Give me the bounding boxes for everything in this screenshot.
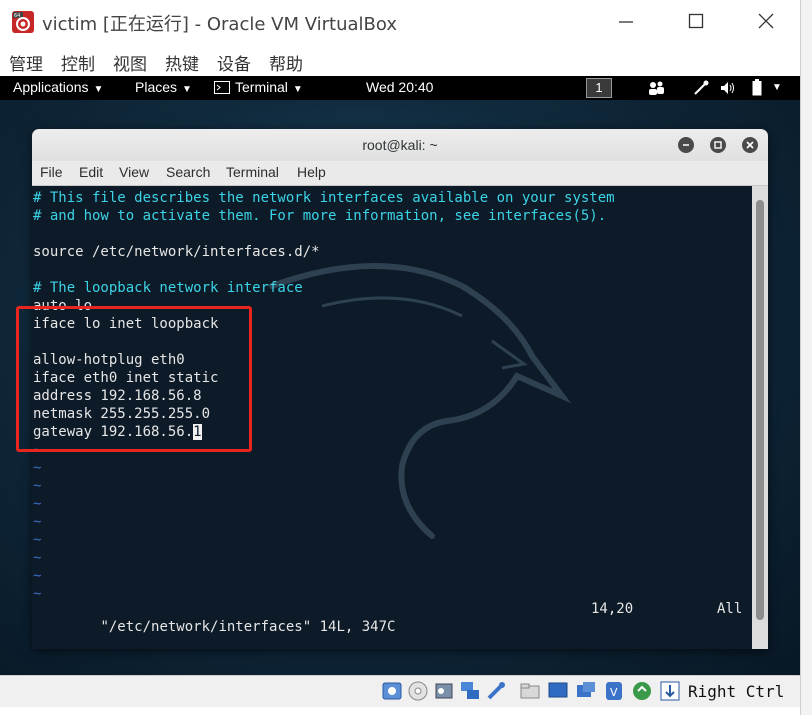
chevron-down-icon: ▼ <box>93 84 104 95</box>
menu-control[interactable]: 控制 <box>61 50 95 75</box>
menu-manage[interactable]: 管理 <box>9 50 43 75</box>
empty-line-marker: ~ <box>33 550 42 566</box>
display-icon[interactable] <box>547 680 569 702</box>
vbox-statusbar: V Right Ctrl <box>0 675 800 708</box>
chevron-down-icon: ▼ <box>292 84 303 95</box>
terminal-minimize-button[interactable] <box>678 137 694 153</box>
minimize-icon <box>683 144 689 146</box>
scrollbar-thumb[interactable] <box>756 200 764 620</box>
window-title: victim [正在运行] - Oracle VM VirtualBox <box>42 14 397 35</box>
background-window-edge <box>800 0 812 715</box>
mouse-integration-icon[interactable] <box>631 680 653 702</box>
workspace-indicator[interactable]: 1 <box>586 78 612 98</box>
shared-folders-icon[interactable] <box>519 680 541 702</box>
volume-icon[interactable] <box>720 80 738 96</box>
places-menu[interactable]: Places ▼ <box>135 79 192 95</box>
terminal-close-button[interactable] <box>742 137 758 153</box>
empty-line-marker: ~ <box>33 568 42 584</box>
underlying-window-fragment <box>0 707 800 715</box>
status-scroll-position: All <box>717 601 743 617</box>
vbox-app-icon: 64 <box>12 11 34 33</box>
terminal-maximize-button[interactable] <box>710 137 726 153</box>
close-button[interactable] <box>746 6 786 36</box>
hard-disk-icon[interactable] <box>381 680 403 702</box>
status-cursor-position: 14,20 <box>591 601 634 617</box>
terminal-titlebar[interactable]: root@kali: ~ <box>32 129 768 161</box>
maximize-icon <box>714 141 722 149</box>
term-menu-edit[interactable]: Edit <box>79 164 103 180</box>
terminal-scrollbar[interactable] <box>752 186 768 649</box>
empty-line-marker: ~ <box>33 514 42 530</box>
network-icon[interactable] <box>693 80 709 96</box>
term-menu-search[interactable]: Search <box>166 164 210 180</box>
menu-devices[interactable]: 设备 <box>217 50 251 75</box>
video-capture-icon[interactable] <box>575 680 597 702</box>
terminal-menubar: File Edit View Search Terminal Help <box>32 161 768 186</box>
menu-hotkeys[interactable]: 热键 <box>165 50 199 75</box>
buffer-line: # and how to activate them. For more inf… <box>33 208 607 224</box>
empty-line-marker: ~ <box>33 478 42 494</box>
term-menu-help[interactable]: Help <box>297 164 326 180</box>
applications-menu[interactable]: Applications ▼ <box>13 79 103 95</box>
power-caret-icon[interactable]: ▼ <box>772 82 782 93</box>
menu-view[interactable]: 视图 <box>113 50 147 75</box>
vim-status-line: "/etc/network/interfaces" 14L, 347C 14,2… <box>33 600 752 635</box>
buffer-line <box>33 261 615 279</box>
vt-x-icon[interactable]: V <box>603 680 625 702</box>
empty-line-marker: ~ <box>33 460 42 476</box>
audio-icon[interactable] <box>433 680 455 702</box>
buffer-line <box>33 225 615 243</box>
buffer-line: source /etc/network/interfaces.d/* <box>33 244 320 260</box>
term-menu-terminal[interactable]: Terminal <box>226 164 279 180</box>
battery-icon[interactable] <box>752 79 762 96</box>
vbox-menubar: 管理 控制 视图 热键 设备 帮助 <box>0 44 800 76</box>
gnome-topbar: Applications ▼ Places ▼ Terminal ▼ Wed 20:4… <box>0 76 800 100</box>
empty-line-marker: ~ <box>33 532 42 548</box>
maximize-button[interactable] <box>676 6 716 36</box>
maximize-icon <box>688 13 704 29</box>
status-file-info: "/etc/network/interfaces" 14L, 347C <box>100 619 396 635</box>
term-menu-view[interactable]: View <box>119 164 149 180</box>
terminal-title: root@kali: ~ <box>362 137 438 153</box>
host-key-label[interactable]: Right Ctrl <box>688 682 784 701</box>
usb-icon[interactable] <box>485 680 507 702</box>
highlight-annotation-box <box>16 306 252 452</box>
terminal-icon <box>214 81 230 94</box>
buffer-line: # This file describes the network interf… <box>33 190 615 206</box>
close-icon <box>758 13 774 29</box>
svg-text:V: V <box>610 686 618 699</box>
menu-help[interactable]: 帮助 <box>269 50 303 75</box>
places-label: Places <box>135 79 178 95</box>
applications-label: Applications <box>13 79 89 95</box>
empty-line-marker: ~ <box>33 496 42 512</box>
keyboard-capture-icon[interactable] <box>659 680 681 702</box>
users-icon[interactable] <box>648 81 666 95</box>
buffer-line: # The loopback network interface <box>33 280 303 296</box>
chevron-down-icon: ▼ <box>182 84 192 95</box>
minimize-button[interactable] <box>606 6 646 36</box>
vbox-titlebar: 64 victim [正在运行] - Oracle VM VirtualBox <box>0 0 800 44</box>
clock[interactable]: Wed 20:40 <box>366 79 433 95</box>
network-adapter-icon[interactable] <box>459 680 481 702</box>
close-icon <box>746 141 754 149</box>
term-menu-file[interactable]: File <box>40 164 63 180</box>
minimize-icon <box>619 21 633 23</box>
terminal-app-menu[interactable]: Terminal ▼ <box>214 79 303 95</box>
optical-drive-icon[interactable] <box>407 680 429 702</box>
terminal-app-label: Terminal <box>235 79 288 95</box>
